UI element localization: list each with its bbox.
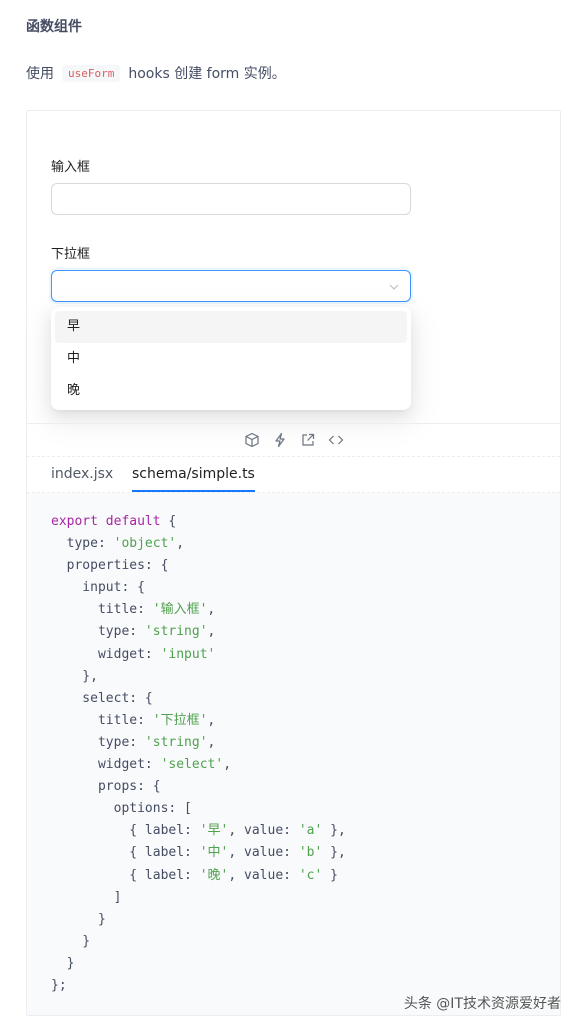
code-string: '晚'	[199, 867, 229, 883]
code-toggle-icon[interactable]	[328, 432, 344, 448]
code-line: type: 'object',	[51, 533, 536, 555]
code-keyword: export default	[51, 514, 161, 529]
code-line: }	[51, 931, 536, 953]
code-text: type:	[51, 624, 145, 640]
code-text: }	[51, 955, 75, 971]
select-field-label: 下拉框	[51, 247, 91, 262]
code-text: , value:	[228, 823, 299, 839]
code-text: , value:	[228, 845, 299, 861]
code-text: ,	[207, 602, 216, 618]
demo-preview: 输入框 下拉框 早 中 晚	[27, 111, 560, 423]
inline-code-useform: useForm	[62, 64, 121, 82]
desc-prefix: 使用	[26, 66, 54, 82]
section-description: 使用 useForm hooks 创建 form 实例。	[26, 63, 286, 83]
select-options-menu: 早 中 晚	[51, 307, 411, 410]
code-line: options: [	[51, 798, 536, 820]
code-string: 'c'	[298, 867, 323, 883]
code-line: export default {	[51, 511, 536, 533]
code-text: }	[322, 867, 338, 883]
code-block: export default { type: 'object', propert…	[27, 493, 560, 1015]
code-line: properties: {	[51, 555, 536, 577]
code-line: title: '输入框',	[51, 599, 536, 621]
code-string: 'string'	[144, 624, 208, 640]
codesandbox-icon[interactable]	[244, 432, 260, 448]
chevron-down-icon	[389, 284, 399, 290]
code-line: title: '下拉框',	[51, 710, 536, 732]
code-text: { label:	[51, 867, 200, 883]
code-text: ,	[223, 757, 232, 773]
select-option[interactable]: 中	[55, 343, 407, 375]
code-text: },	[51, 668, 98, 684]
demo-card: 输入框 下拉框 早 中 晚 index.jsx schema/simple.ts…	[26, 110, 561, 1016]
code-text: title:	[51, 602, 153, 618]
code-text: },	[322, 823, 346, 839]
code-text: title:	[51, 712, 153, 728]
code-string: '输入框'	[152, 602, 208, 618]
code-text: input: {	[51, 580, 145, 596]
demo-actions-bar	[27, 423, 560, 457]
open-external-icon[interactable]	[300, 432, 316, 448]
codepen-lightning-icon[interactable]	[272, 432, 288, 448]
code-text: widget:	[51, 757, 161, 773]
code-line: { label: '早', value: 'a' },	[51, 820, 536, 842]
code-string: '早'	[199, 823, 229, 839]
select-dropdown[interactable]	[51, 270, 411, 302]
code-line: }	[51, 909, 536, 931]
code-text: { label:	[51, 823, 200, 839]
code-line: ]	[51, 887, 536, 909]
code-string: 'input'	[160, 646, 216, 662]
code-text: }	[51, 933, 91, 949]
desc-suffix: hooks 创建 form 实例。	[128, 66, 286, 82]
code-string: '下拉框'	[152, 712, 208, 728]
code-text: },	[322, 845, 346, 861]
code-text: select: {	[51, 690, 153, 706]
code-text: , value:	[228, 867, 299, 883]
select-option[interactable]: 早	[55, 311, 407, 343]
code-string: 'select'	[160, 757, 224, 773]
code-string: 'a'	[298, 823, 323, 839]
code-text: type:	[51, 536, 114, 552]
code-line: select: {	[51, 688, 536, 710]
code-tabs: index.jsx schema/simple.ts	[27, 457, 560, 493]
code-text: };	[51, 977, 67, 993]
code-text: props: {	[51, 779, 161, 795]
code-string: 'object'	[113, 536, 177, 552]
select-option[interactable]: 晚	[55, 375, 407, 407]
code-line: props: {	[51, 776, 536, 798]
section-title: 函数组件	[26, 19, 82, 35]
code-text: { label:	[51, 845, 200, 861]
code-text: properties: {	[51, 558, 169, 574]
watermark: 头条 @IT技术资源爱好者	[403, 996, 561, 1012]
code-line: widget: 'select',	[51, 754, 536, 776]
code-text: ,	[207, 624, 216, 640]
code-line: },	[51, 666, 536, 688]
code-line: widget: 'input'	[51, 644, 536, 666]
code-text: ,	[207, 712, 216, 728]
code-line: type: 'string',	[51, 621, 536, 643]
tab-index-jsx[interactable]: index.jsx	[51, 465, 113, 492]
code-string: '中'	[199, 845, 229, 861]
code-string: 'string'	[144, 734, 208, 750]
code-line: type: 'string',	[51, 732, 536, 754]
code-text: {	[160, 514, 177, 529]
code-text: ]	[51, 889, 122, 905]
code-text: ,	[176, 536, 185, 552]
text-input[interactable]	[51, 183, 411, 215]
code-text: type:	[51, 734, 145, 750]
tab-schema-simple-ts[interactable]: schema/simple.ts	[132, 465, 255, 492]
code-line: { label: '晚', value: 'c' }	[51, 865, 536, 887]
input-field-label: 输入框	[51, 160, 91, 175]
code-text: widget:	[51, 646, 161, 662]
code-line: }	[51, 953, 536, 975]
code-line: { label: '中', value: 'b' },	[51, 842, 536, 864]
code-line: input: {	[51, 577, 536, 599]
code-string: 'b'	[298, 845, 323, 861]
code-text: }	[51, 911, 106, 927]
code-text: options: [	[51, 801, 192, 817]
code-text: ,	[207, 734, 216, 750]
